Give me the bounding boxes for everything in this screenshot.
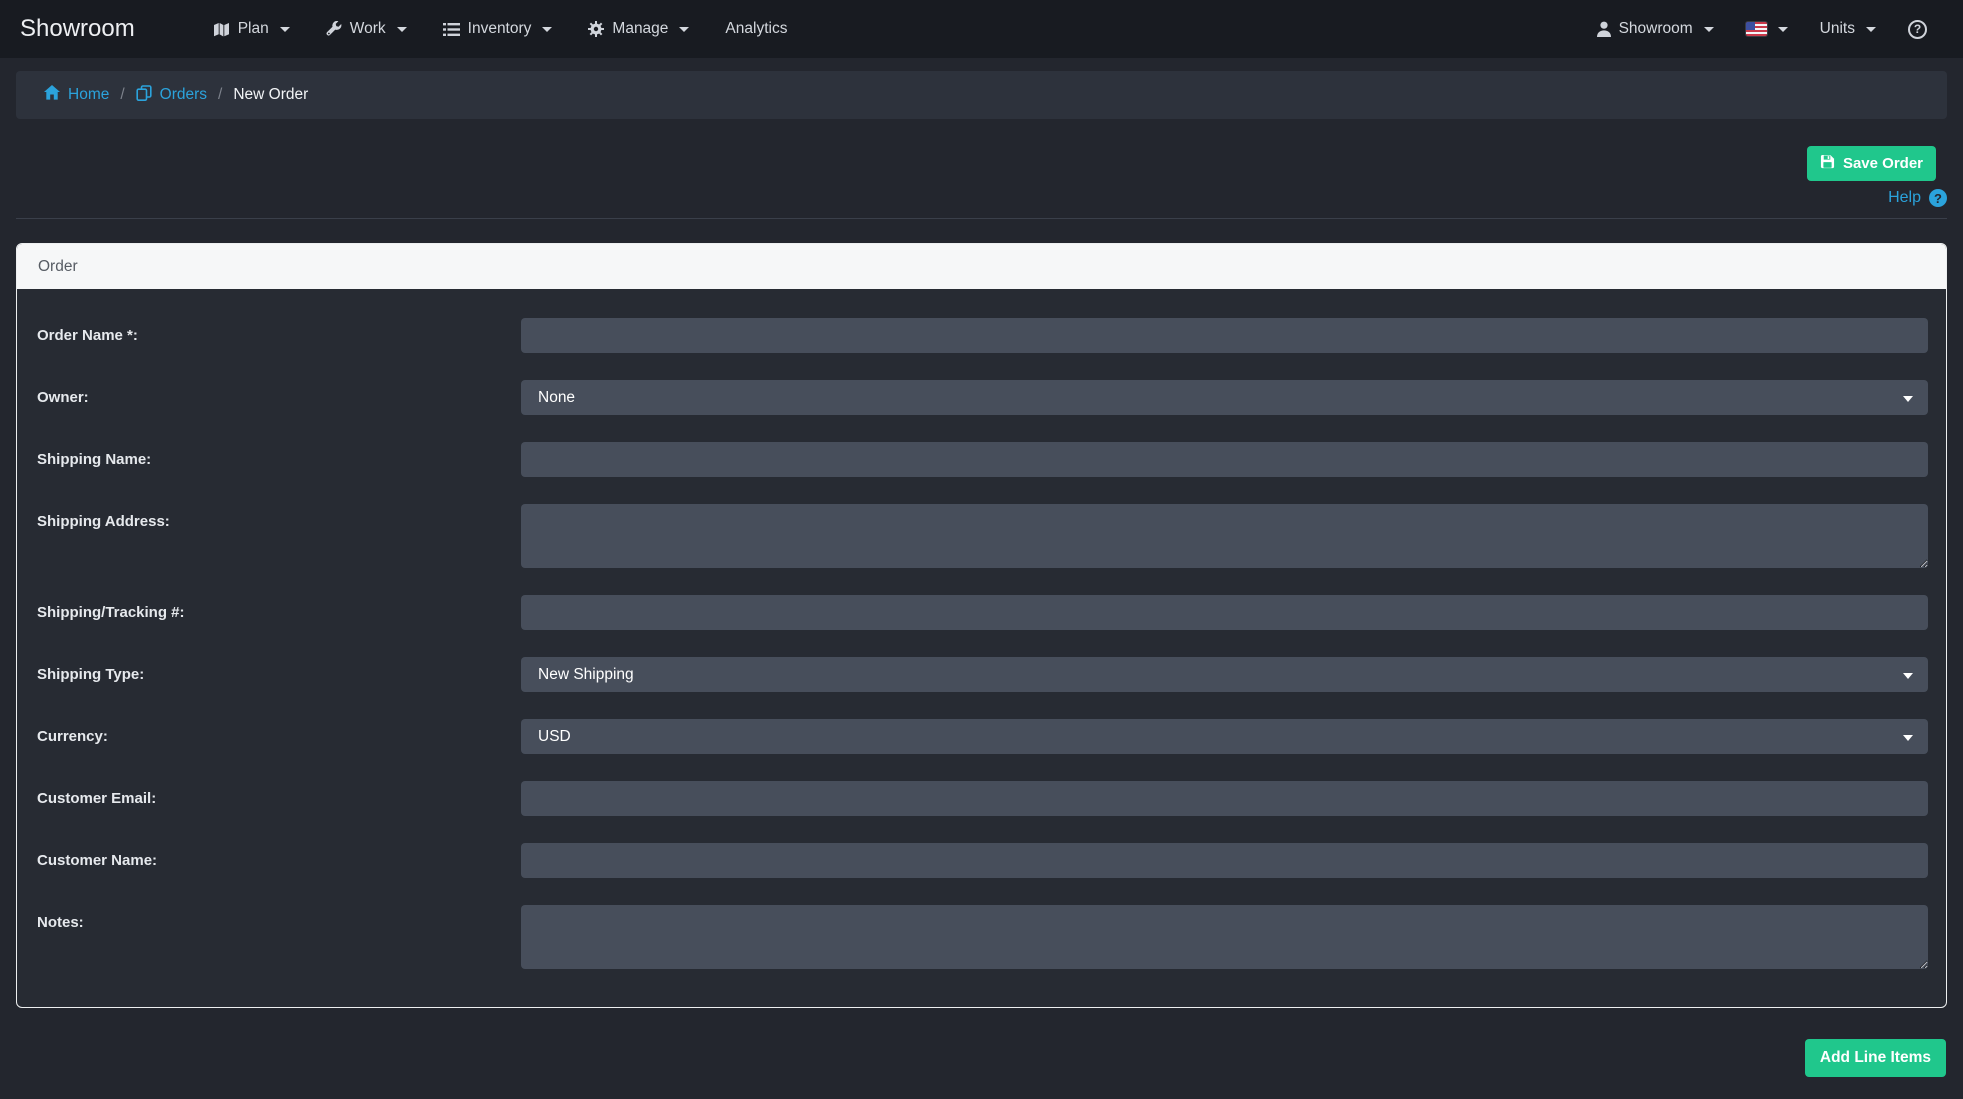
customer-email-input[interactable]: [521, 781, 1928, 816]
notes-textarea[interactable]: [521, 905, 1928, 969]
menu-analytics[interactable]: Analytics: [707, 0, 805, 58]
form-row: Shipping Type:New Shipping: [37, 657, 1928, 692]
field-control: USD: [521, 719, 1928, 754]
navbar-help[interactable]: ?: [1892, 0, 1943, 58]
field-control: [521, 318, 1928, 353]
list-icon: [443, 22, 460, 37]
menu-label: Manage: [612, 20, 668, 38]
breadcrumb-separator: /: [218, 86, 222, 104]
form-row: Currency:USD: [37, 719, 1928, 754]
field-label: Notes:: [37, 905, 521, 931]
field-label: Shipping Address:: [37, 504, 521, 530]
user-icon: [1597, 21, 1611, 37]
owner-select[interactable]: None: [521, 380, 1928, 415]
divider: [16, 218, 1947, 219]
save-order-button[interactable]: Save Order: [1807, 146, 1936, 181]
form-row: Notes:: [37, 905, 1928, 969]
menu-label: Work: [350, 20, 386, 38]
field-label: Customer Name:: [37, 843, 521, 869]
help-label: Help: [1888, 189, 1921, 207]
menu-label: Inventory: [468, 20, 532, 38]
save-row: Save Order: [27, 146, 1936, 181]
add-line-items-label: Add Line Items: [1820, 1049, 1931, 1067]
menu-plan[interactable]: Plan: [195, 0, 308, 58]
field-control: [521, 595, 1928, 630]
order-name-input[interactable]: [521, 318, 1928, 353]
menu-label: Plan: [238, 20, 269, 38]
language-menu[interactable]: [1730, 0, 1804, 58]
customer-name-input[interactable]: [521, 843, 1928, 878]
field-control: [521, 781, 1928, 816]
chevron-down-icon: [280, 27, 290, 32]
field-control: [521, 442, 1928, 477]
form-row: Shipping/Tracking #:: [37, 595, 1928, 630]
order-form: Order Name *: Owner:None Shipping Name: Shi…: [17, 289, 1946, 1007]
form-row: Owner:None: [37, 380, 1928, 415]
chevron-down-icon: [542, 27, 552, 32]
brand-title[interactable]: Showroom: [20, 15, 135, 43]
form-row: Shipping Address:: [37, 504, 1928, 568]
field-control: [521, 504, 1928, 568]
units-label: Units: [1820, 20, 1855, 38]
form-row: Order Name *:: [37, 318, 1928, 353]
units-menu[interactable]: Units: [1804, 0, 1892, 58]
shipping-type-select[interactable]: New Shipping: [521, 657, 1928, 692]
map-icon: [213, 22, 230, 37]
chevron-down-icon: [1866, 27, 1876, 32]
shipping-name-input[interactable]: [521, 442, 1928, 477]
form-row: Shipping Name:: [37, 442, 1928, 477]
panel-title: Order: [38, 258, 78, 276]
question-circle-icon: ?: [1908, 20, 1927, 39]
panel-header: Order: [17, 244, 1946, 289]
add-line-items-button[interactable]: Add Line Items: [1805, 1039, 1946, 1077]
field-label: Owner:: [37, 380, 521, 406]
shipping-tracking-input[interactable]: [521, 595, 1928, 630]
user-menu[interactable]: Showroom: [1581, 0, 1730, 58]
user-menu-label: Showroom: [1619, 20, 1693, 38]
breadcrumb-current: New Order: [233, 86, 308, 104]
save-icon: [1820, 154, 1835, 173]
menu-manage[interactable]: Manage: [570, 0, 707, 58]
chevron-down-icon: [679, 27, 689, 32]
us-flag-icon: [1746, 22, 1767, 36]
menu-work[interactable]: Work: [308, 0, 425, 58]
field-label: Customer Email:: [37, 781, 521, 807]
chevron-down-icon: [1704, 27, 1714, 32]
help-question-icon: ?: [1929, 189, 1947, 207]
help-link[interactable]: Help ?: [16, 189, 1947, 207]
field-control: [521, 905, 1928, 969]
breadcrumb-label: Orders: [160, 86, 207, 104]
chevron-down-icon: [397, 27, 407, 32]
wrench-icon: [326, 21, 342, 37]
order-panel: Order Order Name *: Owner:None Shipping Na…: [16, 243, 1947, 1008]
gear-icon: [588, 21, 604, 37]
menu-inventory[interactable]: Inventory: [425, 0, 571, 58]
home-icon: [44, 85, 60, 105]
menu-label: Analytics: [725, 20, 787, 38]
field-label: Shipping Name:: [37, 442, 521, 468]
field-control: [521, 843, 1928, 878]
breadcrumb-separator: /: [120, 86, 124, 104]
field-control: None: [521, 380, 1928, 415]
breadcrumb-home[interactable]: Home: [44, 85, 109, 105]
shipping-address-textarea[interactable]: [521, 504, 1928, 568]
breadcrumb-orders[interactable]: Orders: [136, 85, 207, 106]
footer-actions: Add Line Items: [17, 1039, 1946, 1077]
field-label: Shipping/Tracking #:: [37, 595, 521, 621]
form-row: Customer Email:: [37, 781, 1928, 816]
field-label: Order Name *:: [37, 318, 521, 344]
save-order-label: Save Order: [1843, 155, 1923, 172]
chevron-down-icon: [1778, 27, 1788, 32]
main-menu: Plan Work Inventory: [195, 0, 806, 58]
breadcrumb: Home / Orders / New Order: [16, 71, 1947, 119]
currency-select[interactable]: USD: [521, 719, 1928, 754]
field-label: Shipping Type:: [37, 657, 521, 683]
field-label: Currency:: [37, 719, 521, 745]
navbar-right: Showroom Units ?: [1581, 0, 1943, 58]
form-row: Customer Name:: [37, 843, 1928, 878]
field-control: New Shipping: [521, 657, 1928, 692]
top-navbar: Showroom Plan Work Inventory: [0, 0, 1963, 58]
breadcrumb-label: Home: [68, 86, 109, 104]
orders-icon: [136, 85, 152, 106]
